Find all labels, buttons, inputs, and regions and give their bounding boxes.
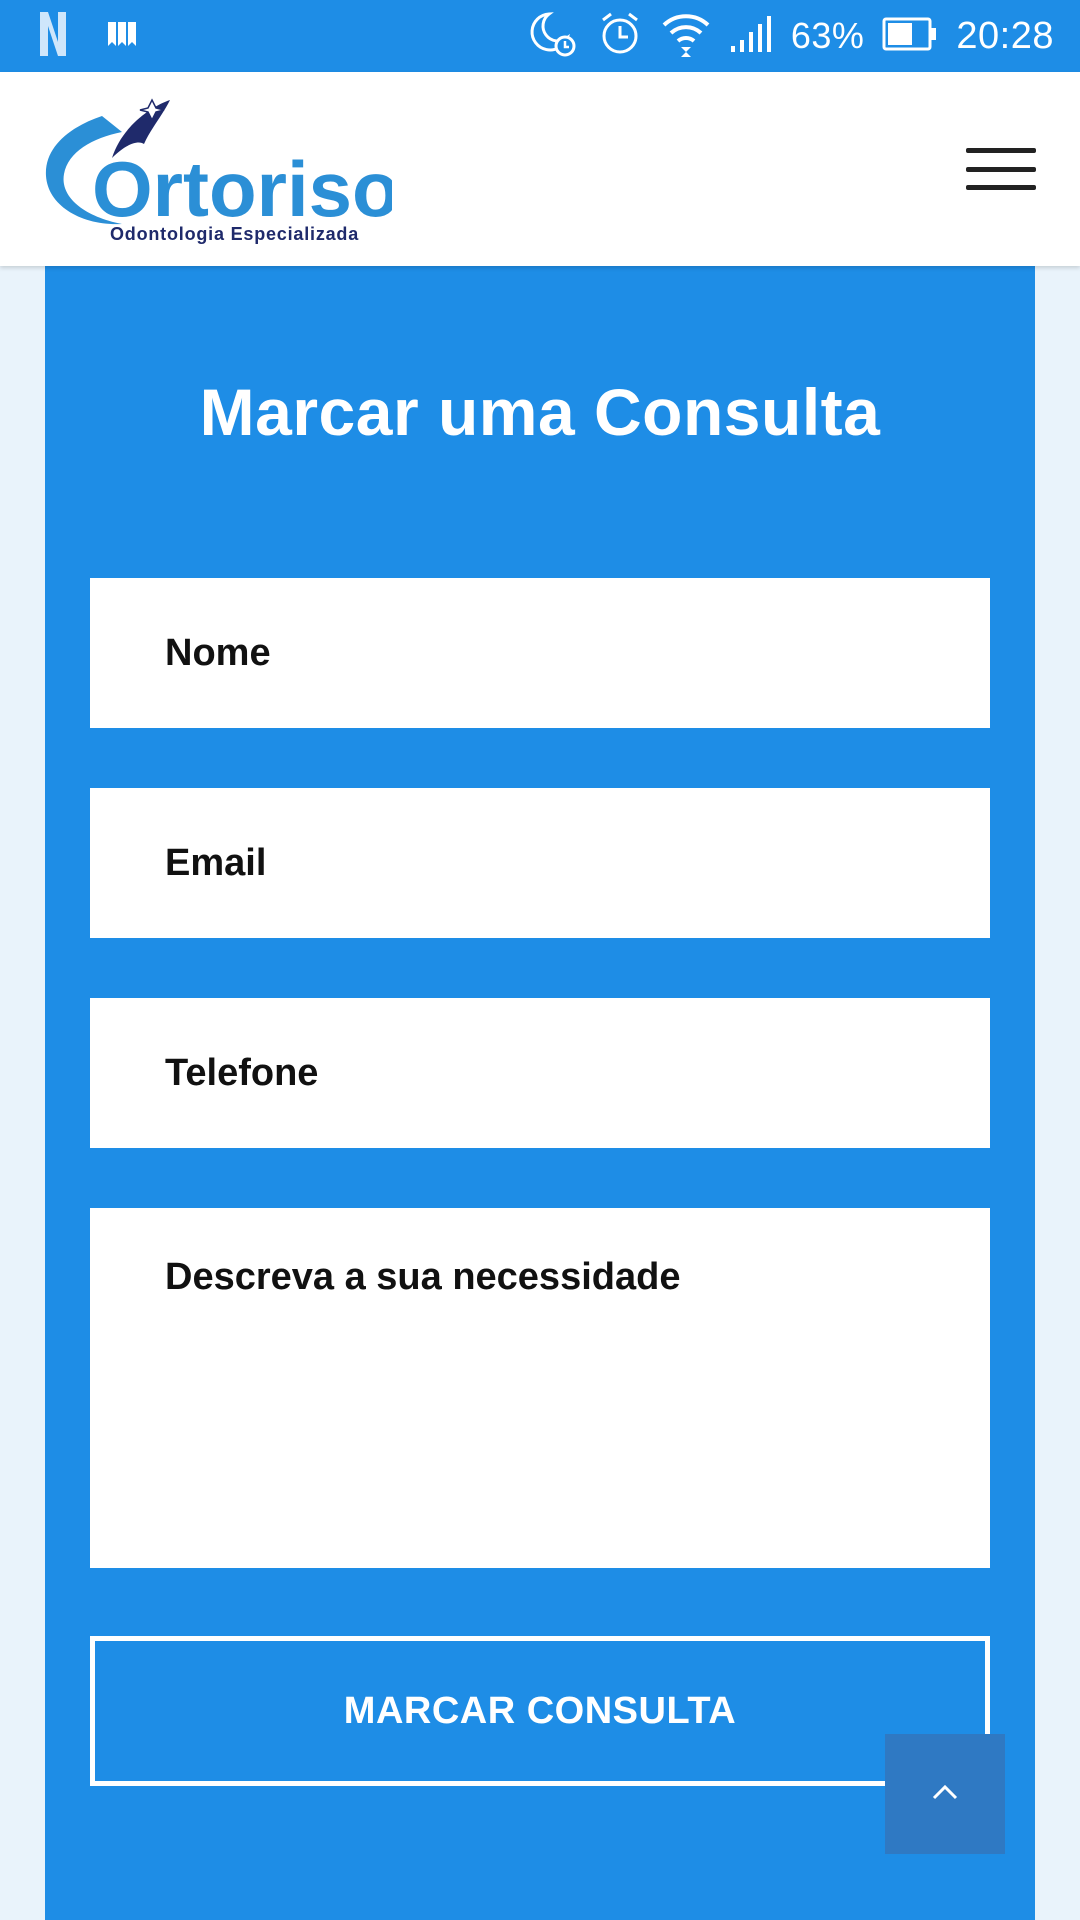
appointment-form-card: Marcar uma Consulta Nome Email Telefone … xyxy=(45,266,1035,1920)
hamburger-menu-icon[interactable] xyxy=(966,142,1036,196)
status-bar: 63% 20:28 xyxy=(0,0,1080,72)
back-to-top-button[interactable] xyxy=(885,1734,1005,1854)
phone-field[interactable]: Telefone xyxy=(90,998,990,1148)
ortoriso-logo[interactable]: Ortoriso Odontologia Especializada xyxy=(42,96,400,246)
description-textarea[interactable]: Descreva a sua necessidade xyxy=(90,1208,990,1568)
battery-percent: 63% xyxy=(790,15,865,56)
email-placeholder: Email xyxy=(165,842,267,884)
email-field[interactable]: Email xyxy=(90,788,990,938)
logo-name: Ortoriso xyxy=(92,145,392,233)
name-field[interactable]: Nome xyxy=(90,578,990,728)
submit-label: MARCAR CONSULTA xyxy=(343,1689,737,1732)
alarm-icon xyxy=(597,10,643,63)
signal-icon xyxy=(729,14,773,59)
description-placeholder: Descreva a sua necessidade xyxy=(165,1256,681,1298)
submit-button[interactable]: MARCAR CONSULTA xyxy=(90,1636,990,1786)
do-not-disturb-icon xyxy=(527,8,579,65)
form-title: Marcar uma Consulta xyxy=(199,375,881,449)
wifi-icon xyxy=(661,11,711,62)
netflix-icon xyxy=(38,10,68,63)
site-header: Ortoriso Odontologia Especializada xyxy=(0,72,1080,266)
name-placeholder: Nome xyxy=(165,632,271,674)
phone-placeholder: Telefone xyxy=(165,1052,319,1094)
clock: 20:28 xyxy=(956,14,1054,57)
battery-icon xyxy=(882,17,938,56)
bookmarks-icon xyxy=(106,18,140,55)
chevron-up-icon xyxy=(931,1783,959,1806)
logo-tagline: Odontologia Especializada xyxy=(110,224,359,244)
